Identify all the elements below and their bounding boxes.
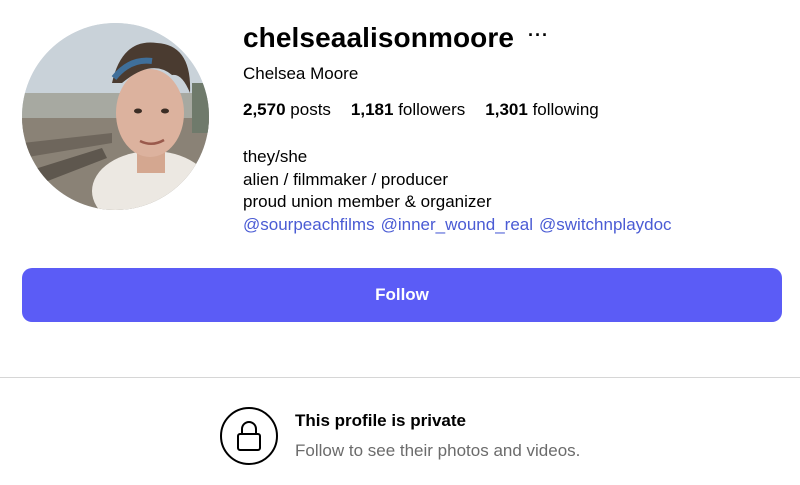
stat-count: 1,301 bbox=[485, 100, 528, 119]
bio-line: alien / filmmaker / producer bbox=[243, 169, 449, 189]
private-notice: This profile is private Follow to see th… bbox=[220, 407, 580, 465]
bio-line: they/she bbox=[243, 147, 308, 166]
stat-label: posts bbox=[290, 100, 331, 119]
private-text: This profile is private Follow to see th… bbox=[295, 411, 580, 461]
stat-posts: 2,570 posts bbox=[243, 100, 331, 124]
username: chelseaalisonmoore bbox=[243, 22, 515, 53]
lock-glyph bbox=[237, 421, 261, 451]
mention-link[interactable]: @sourpeachfilms bbox=[243, 215, 375, 234]
lock-icon bbox=[220, 407, 278, 465]
bio: they/she alien / filmmaker / producer pr… bbox=[243, 146, 783, 236]
profile-info: chelseaalisonmoore ··· Chelsea Moore 2,5… bbox=[243, 18, 783, 236]
username-row: chelseaalisonmoore ··· bbox=[243, 18, 783, 58]
full-name: Chelsea Moore bbox=[243, 64, 359, 83]
mention-link[interactable]: @inner_wound_real bbox=[381, 215, 533, 234]
bio-mentions: @sourpeachfilms @inner_wound_real @switchn… bbox=[243, 214, 783, 237]
follow-button[interactable]: Follow bbox=[22, 268, 782, 322]
stat-following[interactable]: 1,301 following bbox=[485, 100, 598, 124]
private-title: This profile is private bbox=[295, 411, 466, 430]
mention-link[interactable]: @switchnplaydoc bbox=[539, 215, 672, 234]
divider bbox=[0, 377, 800, 378]
more-options-icon[interactable]: ··· bbox=[528, 26, 549, 44]
avatar[interactable] bbox=[22, 23, 209, 210]
profile-photo bbox=[22, 23, 209, 210]
stat-count: 1,181 bbox=[350, 100, 394, 119]
profile-stats: 2,570 posts 1,181 followers 1,301 follow… bbox=[243, 100, 783, 124]
stat-label: followers bbox=[398, 100, 466, 119]
private-subtitle: Follow to see their photos and videos. bbox=[295, 441, 581, 460]
stat-count: 2,570 bbox=[243, 100, 286, 119]
stat-followers[interactable]: 1,181 followers bbox=[351, 100, 465, 124]
bio-line: proud union member & organizer bbox=[243, 192, 492, 211]
stat-label: following bbox=[532, 100, 599, 119]
